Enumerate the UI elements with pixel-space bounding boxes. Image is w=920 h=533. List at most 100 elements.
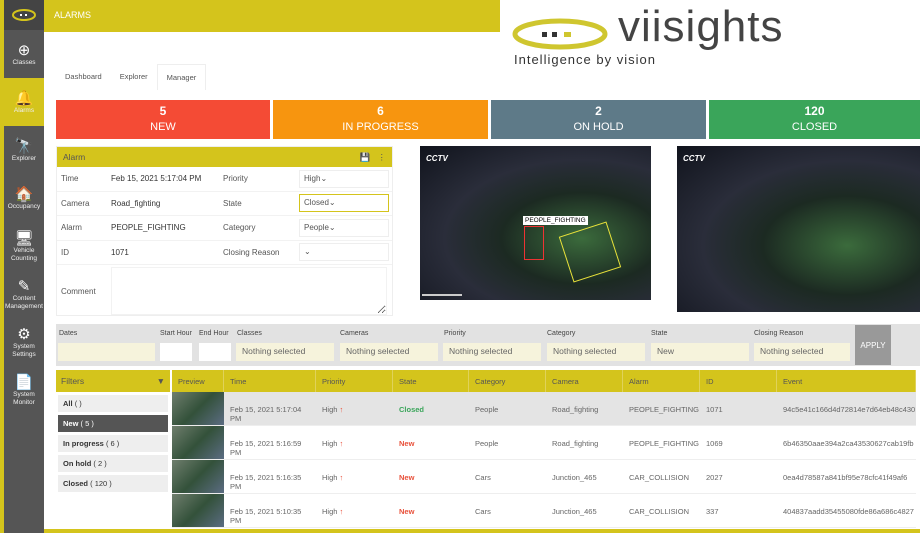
sidebar-item-system-settings[interactable]: ⚙ System Settings bbox=[4, 318, 44, 366]
column-header[interactable]: Alarm bbox=[623, 370, 700, 392]
end-hour-input[interactable] bbox=[199, 343, 231, 361]
stat-label: ON HOLD bbox=[573, 121, 624, 133]
priority-select[interactable]: High⌄ bbox=[299, 169, 389, 188]
detection-zone bbox=[558, 221, 622, 283]
stat-count: 6 bbox=[377, 104, 384, 118]
filter-item-closed[interactable]: Closed ( 120 ) bbox=[58, 475, 168, 492]
cameras-select[interactable]: Nothing selected bbox=[340, 343, 438, 361]
viisights-logo: viisights Intelligence by vision bbox=[512, 2, 784, 67]
table-row[interactable]: Feb 15, 2021 5:16:59 PM High ↑ New People Ro… bbox=[172, 426, 916, 460]
preview-thumbnail[interactable] bbox=[172, 426, 224, 459]
column-header[interactable]: ID bbox=[700, 370, 777, 392]
camera-live-view[interactable]: CCTV bbox=[677, 146, 920, 312]
table-row[interactable]: Feb 15, 2021 5:17:04 PM High ↑ Closed Peopl… bbox=[172, 392, 916, 426]
column-header[interactable]: Camera bbox=[546, 370, 623, 392]
sidebar-item-label: System Settings bbox=[12, 342, 36, 358]
preview-thumbnail[interactable] bbox=[172, 392, 224, 425]
chevron-down-icon: ⌄ bbox=[320, 173, 328, 183]
dates-input[interactable] bbox=[58, 343, 155, 361]
stat-count: 2 bbox=[595, 104, 602, 118]
preview-thumbnail[interactable] bbox=[172, 494, 224, 527]
sidebar-item-label: Classes bbox=[12, 58, 36, 66]
cell-state: Closed bbox=[399, 405, 425, 414]
cell-id: 2027 bbox=[706, 473, 723, 482]
stat-card-on-hold[interactable]: 2 ON HOLD bbox=[491, 100, 706, 139]
state-select[interactable]: Closed⌄ bbox=[299, 194, 389, 213]
label: State bbox=[223, 198, 242, 208]
stat-card-new[interactable]: 5 NEW bbox=[56, 100, 270, 139]
filter-item-in-progress[interactable]: In progress ( 6 ) bbox=[58, 435, 168, 452]
chevron-down-icon: ⌄ bbox=[328, 222, 336, 232]
cell-state: New bbox=[399, 439, 415, 448]
label: Alarm bbox=[61, 223, 82, 233]
cell-priority: High ↑ bbox=[322, 405, 344, 414]
filter-item-on-hold[interactable]: On hold ( 2 ) bbox=[58, 455, 168, 472]
alarm-value: PEOPLE_FIGHTING bbox=[111, 223, 186, 233]
column-header[interactable]: Event bbox=[777, 370, 916, 392]
priority-filter-select[interactable]: Nothing selected bbox=[443, 343, 541, 361]
sidebar-item-vehicle-counting[interactable]: 🖥 Vehicle Counting bbox=[4, 222, 44, 270]
label: End Hour bbox=[199, 330, 229, 337]
gear-icon: ⚙ bbox=[17, 325, 31, 343]
save-icon[interactable]: 💾 bbox=[360, 152, 371, 162]
state-filter-select[interactable]: New bbox=[651, 343, 749, 361]
stat-card-closed[interactable]: 120 CLOSED bbox=[709, 100, 920, 139]
stat-card-in-progress[interactable]: 6 IN PROGRESS bbox=[273, 100, 488, 139]
arrow-up-icon: ↑ bbox=[339, 507, 344, 516]
filter-item-new[interactable]: New ( 5 ) bbox=[58, 415, 168, 432]
table-row[interactable]: Feb 15, 2021 5:10:35 PM High ↑ New Cars Junc… bbox=[172, 494, 916, 528]
cctv-logo: CCTV bbox=[683, 154, 705, 163]
sidebar-item-classes[interactable]: ⊕ Classes bbox=[4, 30, 44, 78]
closing-reason-select[interactable]: ⌄ bbox=[299, 243, 389, 262]
label: Time bbox=[61, 174, 79, 184]
cell-time: Feb 15, 2021 5:10:35 PM bbox=[230, 507, 302, 525]
sidebar: ⊕ Classes 🔔 Alarms 🔭 Explorer 🏠 Occupancy 🖥 Vehic… bbox=[0, 0, 44, 533]
arrow-up-icon: ↑ bbox=[339, 439, 344, 448]
cell-id: 337 bbox=[706, 507, 719, 516]
cell-state: New bbox=[399, 507, 415, 516]
closing-reason-filter-select[interactable]: Nothing selected bbox=[754, 343, 850, 361]
sidebar-item-system-monitor[interactable]: 📄 System Monitor bbox=[4, 366, 44, 414]
video-progress-bar[interactable] bbox=[422, 294, 462, 296]
column-header[interactable]: Category bbox=[469, 370, 546, 392]
arrow-up-icon: ↑ bbox=[339, 405, 344, 414]
alarm-video-player[interactable]: CCTV PEOPLE_FIGHTING bbox=[420, 146, 651, 300]
sidebar-item-alarms[interactable]: 🔔 Alarms bbox=[4, 78, 44, 126]
sidebar-item-occupancy[interactable]: 🏠 Occupancy bbox=[4, 174, 44, 222]
cell-category: Cars bbox=[475, 473, 491, 482]
apply-button[interactable]: APPLY bbox=[855, 325, 891, 365]
start-hour-input[interactable] bbox=[160, 343, 192, 361]
id-value: 1071 bbox=[111, 247, 129, 257]
sidebar-item-content-management[interactable]: ✎ Content Management bbox=[4, 270, 44, 318]
label: Closing Reason bbox=[754, 330, 804, 337]
label: ID bbox=[61, 247, 69, 257]
column-header[interactable]: Priority bbox=[316, 370, 393, 392]
preview-thumbnail[interactable] bbox=[172, 460, 224, 493]
filter-item-all[interactable]: All ( ) bbox=[58, 395, 168, 412]
column-header[interactable]: Time bbox=[224, 370, 316, 392]
category-select[interactable]: People⌄ bbox=[299, 218, 389, 237]
table-row[interactable]: Feb 15, 2021 5:16:35 PM High ↑ New Cars Junc… bbox=[172, 460, 916, 494]
more-menu-icon[interactable]: ⋮ bbox=[378, 152, 387, 162]
tab-manager[interactable]: Manager bbox=[156, 64, 207, 90]
cell-priority: High ↑ bbox=[322, 439, 344, 448]
cell-time: Feb 15, 2021 5:17:04 PM bbox=[230, 405, 302, 423]
alarms-table: Preview Time Priority State Category Camera Al… bbox=[172, 370, 916, 528]
sidebar-item-label: System Monitor bbox=[13, 390, 35, 406]
column-header[interactable]: Preview bbox=[172, 370, 224, 392]
comment-input[interactable] bbox=[111, 267, 387, 315]
cell-event: 0ea4d78587a841bf95e78cfc41f49af6 bbox=[783, 473, 908, 482]
sidebar-item-explorer[interactable]: 🔭 Explorer bbox=[4, 126, 44, 174]
tab-dashboard[interactable]: Dashboard bbox=[56, 64, 111, 90]
chevron-down-icon: ⌄ bbox=[304, 247, 311, 257]
category-filter-select[interactable]: Nothing selected bbox=[547, 343, 645, 361]
cell-category: Cars bbox=[475, 507, 491, 516]
classes-select[interactable]: Nothing selected bbox=[236, 343, 334, 361]
label: Comment bbox=[61, 286, 96, 296]
label: Priority bbox=[223, 174, 248, 184]
filter-icon[interactable]: ▼ bbox=[157, 376, 165, 386]
tab-explorer[interactable]: Explorer bbox=[111, 64, 157, 90]
column-header[interactable]: State bbox=[393, 370, 469, 392]
file-pulse-icon: 📄 bbox=[14, 373, 34, 391]
cell-category: People bbox=[475, 405, 499, 414]
